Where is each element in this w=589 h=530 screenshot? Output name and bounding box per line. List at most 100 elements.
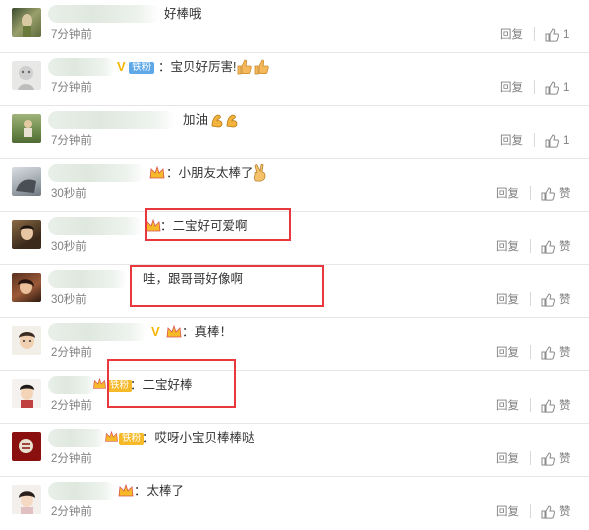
user-badges: 铁粉	[104, 429, 145, 447]
like-label: 赞	[559, 347, 571, 359]
reply-button[interactable]: 回复	[500, 27, 523, 43]
crown-icon	[118, 484, 134, 497]
victory-hand-emoji	[251, 163, 269, 187]
crown-icon	[166, 325, 182, 338]
reply-button[interactable]: 回复	[496, 345, 519, 361]
reply-button[interactable]: 回复	[496, 451, 519, 467]
thumbs-up-icon	[545, 28, 559, 42]
comment-item: 加油 7分钟前 回复 1	[0, 106, 589, 159]
flexed-biceps-emoji	[210, 112, 242, 133]
blurred-username	[48, 164, 146, 182]
avatar[interactable]	[12, 114, 41, 143]
reply-button[interactable]: 回复	[496, 186, 519, 202]
like-count: 1	[563, 135, 570, 147]
blurred-username	[48, 482, 116, 500]
avatar[interactable]	[12, 8, 41, 37]
thumbs-up-icon	[545, 134, 559, 148]
comment-item: ：小朋友太棒了 30秒前 回复 赞	[0, 159, 589, 212]
fan-badge: 铁粉	[119, 433, 145, 445]
comment-item: 铁粉 ：二宝好棒 2分钟前 回复 赞	[0, 371, 589, 424]
highlight-box	[107, 359, 236, 408]
reply-button[interactable]: 回复	[500, 133, 523, 149]
like-button[interactable]: 赞	[541, 292, 571, 308]
thumbs-up-icon	[545, 81, 559, 95]
divider	[530, 398, 531, 412]
like-button[interactable]: 赞	[541, 239, 571, 255]
like-button[interactable]: 赞	[541, 451, 571, 467]
reply-button[interactable]: 回复	[496, 398, 519, 414]
reply-button[interactable]: 回复	[500, 80, 523, 96]
user-badges: V 铁粉	[117, 58, 155, 76]
avatar[interactable]	[12, 167, 41, 196]
comment-item: V ：真棒！ 2分钟前 回复 赞	[0, 318, 589, 371]
comment-text: ：太棒了	[134, 484, 185, 498]
blurred-username	[48, 217, 144, 235]
avatar[interactable]	[12, 273, 41, 302]
like-button[interactable]: 1	[545, 80, 569, 96]
fan-badge: 铁粉	[129, 62, 155, 74]
blurred-username	[48, 429, 106, 447]
crown-icon	[149, 166, 165, 179]
comment-time: 7分钟前	[51, 135, 92, 147]
like-count: 1	[563, 29, 570, 41]
comment-time: 2分钟前	[51, 453, 92, 465]
divider	[530, 292, 531, 306]
thumbs-up-icon	[541, 505, 555, 519]
comment-item: V 铁粉 ：宝贝好厉害! 7分钟前 回复 1	[0, 53, 589, 106]
blurred-username	[48, 111, 176, 129]
avatar[interactable]	[12, 432, 41, 461]
comment-item: ：二宝好可爱啊 30秒前 回复 赞	[0, 212, 589, 265]
verified-icon: V	[117, 59, 126, 74]
avatar[interactable]	[12, 379, 41, 408]
comment-text: ：真棒！	[182, 325, 233, 339]
comment-time: 2分钟前	[51, 347, 92, 359]
blurred-username	[48, 270, 128, 288]
like-count: 1	[563, 82, 570, 94]
like-button[interactable]: 赞	[541, 186, 571, 202]
blurred-username	[48, 376, 96, 394]
like-button[interactable]: 赞	[541, 398, 571, 414]
blurred-username	[48, 58, 116, 76]
reply-button[interactable]: 回复	[496, 239, 519, 255]
like-button[interactable]: 1	[545, 133, 569, 149]
divider	[534, 27, 535, 41]
comment-item: 好棒哦 7分钟前 回复 1	[0, 0, 589, 53]
divider	[530, 504, 531, 518]
like-button[interactable]: 赞	[541, 504, 571, 520]
like-label: 赞	[559, 294, 571, 306]
comment-item: ：太棒了 2分钟前 回复 赞	[0, 477, 589, 530]
comment-time: 2分钟前	[51, 400, 92, 412]
thumbs-up-icon	[541, 293, 555, 307]
divider	[530, 345, 531, 359]
avatar[interactable]	[12, 485, 41, 514]
comment-text: ：小朋友太棒了	[166, 166, 254, 180]
comment-item: 铁粉 ：哎呀小宝贝棒棒哒 2分钟前 回复 赞	[0, 424, 589, 477]
crown-icon	[105, 431, 118, 442]
thumbs-up-emoji	[236, 58, 272, 81]
divider	[530, 186, 531, 200]
like-label: 赞	[559, 506, 571, 518]
avatar[interactable]	[12, 326, 41, 355]
reply-button[interactable]: 回复	[496, 292, 519, 308]
comment-time: 30秒前	[51, 294, 87, 306]
reply-button[interactable]: 回复	[496, 504, 519, 520]
thumbs-up-icon	[541, 346, 555, 360]
like-button[interactable]: 赞	[541, 345, 571, 361]
comment-text: 好棒哦	[164, 7, 202, 21]
divider	[530, 451, 531, 465]
verified-icon: V	[151, 324, 160, 339]
thumbs-up-icon	[541, 452, 555, 466]
like-label: 赞	[559, 241, 571, 253]
blurred-username	[48, 5, 160, 23]
comment-time: 2分钟前	[51, 506, 92, 518]
like-label: 赞	[559, 453, 571, 465]
blurred-username	[48, 323, 148, 341]
avatar[interactable]	[12, 220, 41, 249]
divider	[530, 239, 531, 253]
avatar[interactable]	[12, 61, 41, 90]
comment-text: ：宝贝好厉害!	[158, 60, 237, 74]
like-button[interactable]: 1	[545, 27, 569, 43]
like-label: 赞	[559, 188, 571, 200]
comment-time: 7分钟前	[51, 82, 92, 94]
comment-text: ：哎呀小宝贝棒棒哒	[142, 431, 255, 445]
